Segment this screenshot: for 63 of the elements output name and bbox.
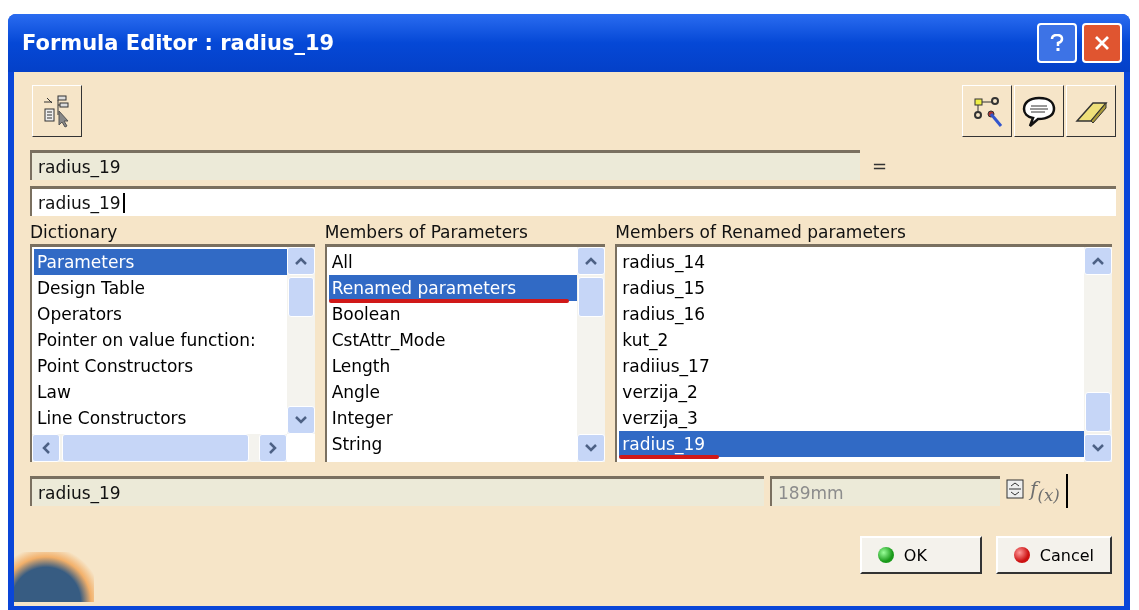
list-item[interactable]: Design Table — [34, 275, 287, 301]
list-item[interactable]: verzija_2 — [619, 379, 1084, 405]
scroll-down-button[interactable] — [577, 434, 606, 462]
list-item[interactable]: CstAttr_Mode — [328, 327, 578, 353]
equals-sign: = — [872, 154, 888, 176]
list-item[interactable]: radius_15 — [619, 275, 1084, 301]
close-button[interactable] — [1082, 23, 1122, 63]
list-item[interactable]: Pointer on value function: — [34, 327, 287, 353]
list-item[interactable]: Point Constructors — [34, 353, 287, 379]
list-item[interactable]: Renamed parameters — [328, 275, 578, 301]
eraser-button[interactable] — [1066, 85, 1116, 137]
horizontal-scrollbar[interactable] — [32, 434, 287, 462]
scroll-thumb[interactable] — [578, 277, 605, 317]
list-label: Members of Parameters — [324, 222, 529, 244]
list-item[interactable]: Line Constructors — [34, 405, 287, 431]
ok-button[interactable]: OK — [859, 536, 982, 574]
scroll-thumb[interactable] — [287, 277, 314, 317]
scroll-down-button[interactable] — [286, 406, 315, 434]
help-icon — [1049, 34, 1065, 52]
vertical-scrollbar[interactable] — [286, 247, 315, 434]
graph-wand-button[interactable] — [962, 85, 1012, 137]
vertical-scrollbar[interactable] — [577, 247, 606, 462]
status-light-icon — [1013, 547, 1030, 563]
cancel-button[interactable]: Cancel — [995, 536, 1112, 574]
list-item[interactable]: String — [328, 431, 578, 457]
value-field: 189mm — [770, 476, 1000, 506]
scroll-right-button[interactable] — [258, 434, 287, 462]
scroll-thumb[interactable] — [1085, 392, 1111, 432]
list-item[interactable]: Parameters — [34, 249, 287, 275]
spinner-icon — [1006, 479, 1024, 499]
close-icon — [1094, 35, 1110, 51]
list-item[interactable]: radius_19 — [619, 431, 1084, 457]
help-button[interactable] — [1037, 23, 1077, 63]
list-item[interactable]: Integer — [328, 405, 578, 431]
list-label: Members of Renamed parameters — [615, 222, 907, 244]
scroll-up-button[interactable] — [577, 247, 606, 275]
tree-select-button[interactable] — [32, 85, 82, 137]
selected-name-field[interactable]: radius_19 — [30, 476, 764, 506]
list-item[interactable]: radius_16 — [619, 301, 1084, 327]
tree-cursor-icon — [42, 93, 72, 129]
scroll-up-button[interactable] — [286, 247, 315, 275]
list-item[interactable]: Length — [328, 353, 578, 379]
vertical-scrollbar[interactable] — [1084, 247, 1112, 462]
comment-button[interactable] — [1014, 85, 1064, 137]
scroll-left-button[interactable] — [32, 434, 60, 462]
status-light-icon — [877, 547, 894, 563]
scroll-thumb[interactable] — [62, 434, 249, 462]
list-item[interactable]: Law — [34, 379, 287, 405]
formula-button[interactable]: f$_{(x)}$ — [1030, 477, 1060, 505]
list-item[interactable]: Operators — [34, 301, 287, 327]
formula-input-field[interactable]: radius_19 — [30, 186, 1116, 216]
window-title: Formula Editor : radius_19 — [22, 31, 335, 55]
scroll-down-button[interactable] — [1084, 434, 1112, 462]
list-item[interactable]: radius_14 — [619, 249, 1084, 275]
list-item[interactable]: Boolean — [328, 301, 578, 327]
list-item[interactable]: Angle — [328, 379, 578, 405]
scroll-up-button[interactable] — [1084, 247, 1112, 275]
list-item[interactable]: kut_2 — [619, 327, 1084, 353]
list-label: Dictionary — [30, 222, 119, 244]
list-item[interactable]: verzija_3 — [619, 405, 1084, 431]
list-item[interactable]: All — [328, 249, 578, 275]
list-item[interactable]: radiius_17 — [619, 353, 1084, 379]
parameter-name-field[interactable]: radius_19 — [30, 150, 860, 180]
